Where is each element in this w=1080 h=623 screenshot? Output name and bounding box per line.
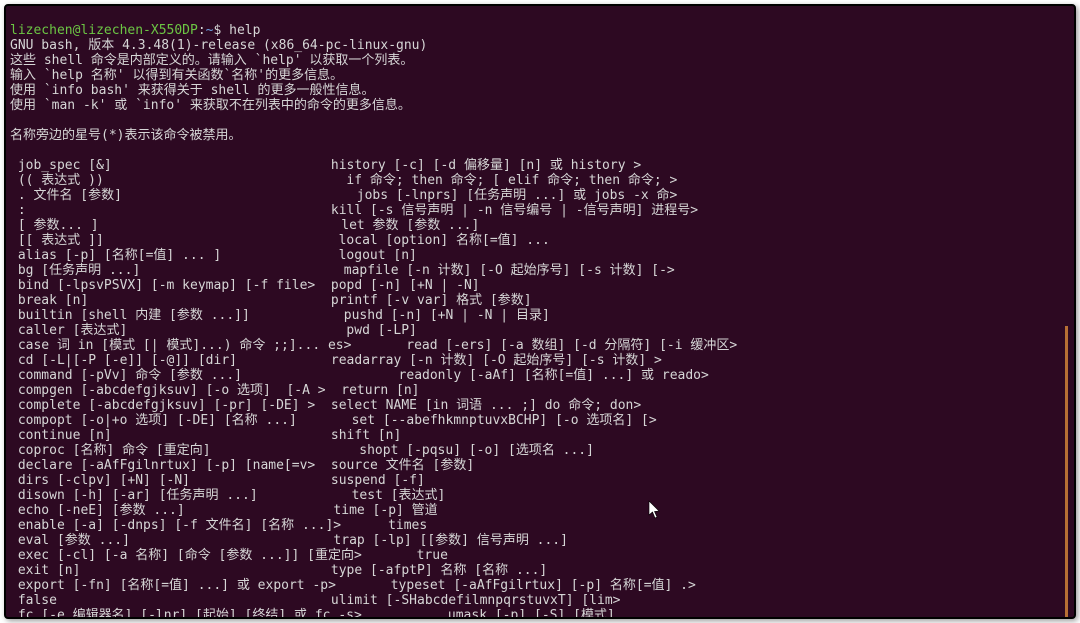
scrollbar-indicator[interactable] — [1065, 326, 1068, 619]
out-line: caller [表达式] pwd [-LP] — [10, 323, 417, 338]
entered-command: help — [229, 23, 260, 38]
terminal-output[interactable]: lizechen@lizechen-X550DP:~$ help GNU bas… — [6, 6, 1074, 619]
out-line: builtin [shell 内建 [参数 ...]] pushd [-n] [… — [10, 308, 550, 323]
out-line: 这些 shell 命令是内部定义的。请输入 `help' 以获取一个列表。 — [10, 53, 413, 68]
out-line: [ 参数... ] let 参数 [参数 ...] — [10, 218, 479, 233]
prompt-user: lizechen@lizechen-X550DP — [10, 23, 198, 38]
out-line: GNU bash, 版本 4.3.48(1)-release (x86_64-p… — [10, 38, 427, 53]
out-line: eval [参数 ...] trap [-lp] [[参数] 信号声明 ...] — [10, 533, 568, 548]
out-line: false ulimit [-SHabcdefilmnpqrstuvxT] [l… — [10, 593, 620, 608]
out-line: bind [-lpsvPSVX] [-m keymap] [-f file> p… — [10, 278, 480, 293]
out-line: command [-pVv] 命令 [参数 ...] readonly [-aA… — [10, 368, 709, 383]
out-line: continue [n] shift [n] — [10, 428, 401, 443]
terminal-window[interactable]: lizechen@lizechen-X550DP:~$ help GNU bas… — [4, 4, 1076, 619]
out-line: complete [-abcdefgjksuv] [-pr] [-DE] > s… — [10, 398, 641, 413]
out-line: exec [-cl] [-a 名称] [命令 [参数 ...]] [重定向> t… — [10, 548, 448, 563]
out-line: echo [-neE] [参数 ...] time [-p] 管道 — [10, 503, 438, 518]
prompt-sigil: $ — [214, 23, 222, 38]
out-line: compgen [-abcdefgjksuv] [-o 选项] [-A > re… — [10, 383, 420, 398]
out-line: : kill [-s 信号声明 | -n 信号编号 | -信号声明] 进程号> — [10, 203, 698, 218]
out-line: . 文件名 [参数] jobs [-lnprs] [任务声明 ...] 或 jo… — [10, 188, 677, 203]
prompt-path: ~ — [206, 23, 214, 38]
out-line: fc [-e 编辑器名] [-lnr] [起始] [终结] 或 fc -s> u… — [10, 608, 615, 619]
out-line: (( 表达式 )) if 命令; then 命令; [ elif 命令; the… — [10, 173, 677, 188]
out-line: dirs [-clpv] [+N] [-N] suspend [-f] — [10, 473, 425, 488]
out-line: export [-fn] [名称[=值] ...] 或 export -p> t… — [10, 578, 696, 593]
out-line: 使用 `man -k' 或 `info' 来获取不在列表中的命令的更多信息。 — [10, 98, 411, 113]
out-line: alias [-p] [名称[=值] ... ] logout [n] — [10, 248, 417, 263]
out-line: case 词 in [模式 [| 模式]...) 命令 ;;]... es> r… — [10, 338, 737, 353]
out-line: enable [-a] [-dnps] [-f 文件名] [名称 ...]> t… — [10, 518, 427, 533]
out-line: job_spec [&] history [-c] [-d 偏移量] [n] 或… — [10, 158, 641, 173]
out-line: compopt [-o|+o 选项] [-DE] [名称 ...] set [-… — [10, 413, 657, 428]
out-line: coproc [名称] 命令 [重定向] shopt [-pqsu] [-o] … — [10, 443, 594, 458]
out-line: declare [-aAfFgilnrtux] [-p] [name[=v> s… — [10, 458, 474, 473]
out-line: break [n] printf [-v var] 格式 [参数] — [10, 293, 532, 308]
out-line: 输入 `help 名称' 以得到有关函数`名称'的更多信息。 — [10, 68, 343, 83]
out-line: exit [n] type [-afptP] 名称 [名称 ...] — [10, 563, 547, 578]
out-line: disown [-h] [-ar] [任务声明 ...] test [表达式] — [10, 488, 445, 503]
prompt-sep: : — [198, 23, 206, 38]
out-line: 使用 `info bash' 来获得关于 shell 的更多一般性信息。 — [10, 83, 375, 98]
out-line: [[ 表达式 ]] local [option] 名称[=值] ... — [10, 233, 550, 248]
out-line: cd [-L|[-P [-e]] [-@]] [dir] readarray [… — [10, 353, 662, 368]
out-line: bg [任务声明 ...] mapfile [-n 计数] [-O 起始序号] … — [10, 263, 675, 278]
out-line: 名称旁边的星号(*)表示该命令被禁用。 — [10, 128, 241, 143]
